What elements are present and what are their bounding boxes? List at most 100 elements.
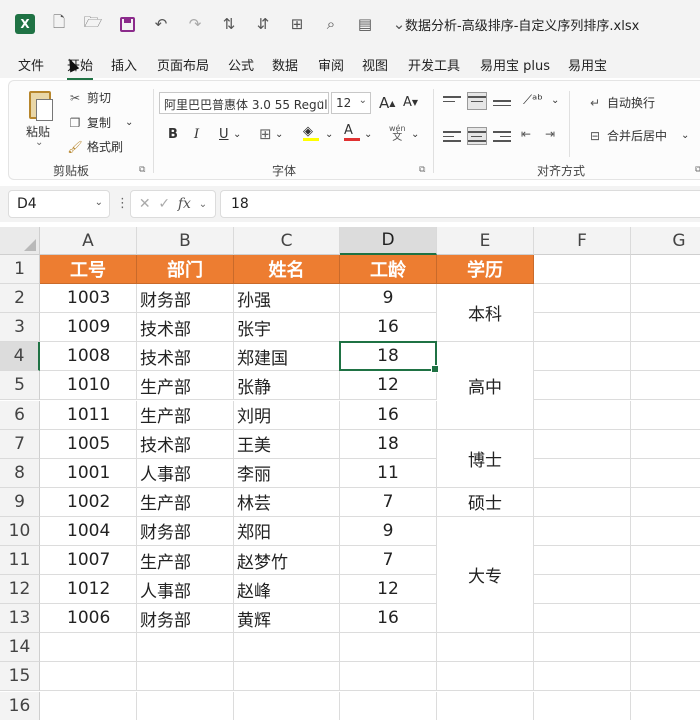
table-cell[interactable]: 1005 [40, 429, 137, 459]
table-cell[interactable]: 财务部 [137, 284, 234, 314]
function-dropdown-icon[interactable]: ⌄ [199, 199, 207, 210]
table-cell[interactable]: 1009 [40, 313, 137, 343]
empty-cell[interactable] [631, 313, 700, 343]
table-cell[interactable]: 郑阳 [234, 516, 340, 546]
table-cell[interactable]: 赵梦竹 [234, 546, 340, 576]
merged-cell-education[interactable]: 高中 [437, 342, 534, 430]
row-header-15[interactable]: 15 [0, 662, 40, 692]
empty-cell[interactable] [534, 458, 631, 488]
table-cell[interactable]: 7 [340, 487, 437, 517]
table-cell[interactable]: 1006 [40, 604, 137, 634]
empty-cell[interactable] [40, 662, 137, 692]
empty-cell[interactable] [340, 691, 437, 720]
borders-icon[interactable]: ⊞ [286, 13, 308, 35]
table-cell[interactable]: 技术部 [137, 342, 234, 372]
fill-color-button[interactable]: ◈ [303, 124, 319, 141]
table-cell[interactable]: 人事部 [137, 458, 234, 488]
empty-cell[interactable] [40, 691, 137, 720]
table-cell[interactable]: 生产部 [137, 371, 234, 401]
merged-cell-education[interactable]: 本科 [437, 284, 534, 343]
tab-view[interactable]: 视图 [362, 55, 388, 74]
column-header-a[interactable]: A [40, 227, 137, 255]
align-left-icon[interactable] [443, 128, 461, 144]
merged-cell-education[interactable]: 博士 [437, 429, 534, 488]
empty-cell[interactable] [534, 575, 631, 605]
empty-cell[interactable] [631, 371, 700, 401]
header-cell[interactable]: 部门 [137, 255, 234, 285]
row-header-3[interactable]: 3 [0, 313, 40, 343]
table-cell[interactable]: 孙强 [234, 284, 340, 314]
table-cell[interactable]: 林芸 [234, 487, 340, 517]
table-cell[interactable]: 12 [340, 575, 437, 605]
table-cell[interactable]: 18 [340, 342, 437, 372]
save-icon[interactable] [116, 13, 138, 35]
table-cell[interactable]: 黄辉 [234, 604, 340, 634]
format-painter-button[interactable]: 🖌 格式刷 [67, 138, 123, 155]
table-cell[interactable]: 技术部 [137, 313, 234, 343]
merge-dropdown-icon[interactable]: ⌄ [681, 130, 689, 141]
confirm-icon[interactable]: ✓ [158, 196, 170, 212]
cancel-icon[interactable]: ✕ [139, 196, 151, 212]
tab-formulas[interactable]: 公式 [228, 55, 254, 74]
empty-cell[interactable] [631, 401, 700, 430]
empty-cell[interactable] [234, 691, 340, 720]
column-header-d[interactable]: D [340, 227, 437, 255]
table-cell[interactable]: 1002 [40, 487, 137, 517]
alignment-dialog-launcher-icon[interactable]: ⧉ [695, 165, 700, 175]
copy-dropdown-icon[interactable]: ⌄ [125, 117, 133, 128]
fill-color-dropdown-icon[interactable]: ⌄ [325, 129, 333, 140]
empty-cell[interactable] [534, 546, 631, 576]
empty-cell[interactable] [631, 633, 700, 663]
table-cell[interactable]: 1011 [40, 400, 137, 430]
insert-function-button[interactable]: fx [178, 196, 191, 212]
empty-cell[interactable] [234, 662, 340, 692]
table-cell[interactable]: 1010 [40, 371, 137, 401]
new-file-icon[interactable]: 🗋 [48, 13, 70, 35]
select-all-button[interactable] [0, 227, 40, 255]
empty-cell[interactable] [534, 662, 631, 692]
borders-button-icon[interactable]: ⊞ [259, 125, 272, 143]
column-header-c[interactable]: C [234, 227, 340, 255]
table-cell[interactable]: 生产部 [137, 400, 234, 430]
table-cell[interactable]: 财务部 [137, 516, 234, 546]
row-header-7[interactable]: 7 [0, 429, 40, 459]
table-cell[interactable]: 刘明 [234, 400, 340, 430]
empty-cell[interactable] [137, 633, 234, 663]
row-header-12[interactable]: 12 [0, 575, 40, 605]
table-cell[interactable]: 11 [340, 458, 437, 488]
empty-cell[interactable] [631, 488, 700, 517]
header-cell[interactable]: 工号 [40, 255, 137, 285]
table-cell[interactable]: 技术部 [137, 429, 234, 459]
table-cell[interactable]: 16 [340, 313, 437, 343]
italic-button[interactable]: I [194, 127, 199, 142]
shrink-font-button[interactable]: A ▼ [403, 95, 418, 110]
empty-cell[interactable] [437, 691, 534, 720]
table-cell[interactable]: 生产部 [137, 546, 234, 576]
table-cell[interactable]: 1003 [40, 284, 137, 314]
empty-cell[interactable] [631, 692, 700, 720]
empty-cell[interactable] [631, 430, 700, 459]
orientation-dropdown-icon[interactable]: ⌄ [551, 95, 559, 106]
row-header-16[interactable]: 16 [0, 691, 40, 720]
table-cell[interactable]: 张静 [234, 371, 340, 401]
align-top-icon[interactable] [443, 93, 461, 109]
header-cell[interactable]: 学历 [437, 255, 534, 285]
font-dialog-launcher-icon[interactable]: ⧉ [419, 165, 425, 175]
redo-icon[interactable]: ↷ [184, 13, 206, 35]
empty-cell[interactable] [534, 284, 631, 314]
font-size-select[interactable]: 12 ⌄ [331, 92, 371, 114]
wrap-text-button[interactable]: ↵ 自动换行 [587, 94, 655, 111]
table-cell[interactable]: 12 [340, 371, 437, 401]
table-cell[interactable]: 1008 [40, 342, 137, 372]
align-right-icon[interactable] [493, 128, 511, 144]
align-middle-icon[interactable] [467, 92, 487, 110]
empty-cell[interactable] [534, 371, 631, 401]
table-cell[interactable]: 1012 [40, 575, 137, 605]
empty-cell[interactable] [631, 284, 700, 314]
find-icon[interactable]: ⌕ [320, 13, 342, 35]
empty-cell[interactable] [137, 662, 234, 692]
font-name-select[interactable]: 阿里巴巴普惠体 3.0 55 Regular ⌄ [159, 92, 329, 114]
sort-ascending-icon[interactable]: ⇅ [218, 13, 240, 35]
phonetic-dropdown-icon[interactable]: ⌄ [411, 129, 419, 140]
column-header-g[interactable]: G [631, 227, 700, 255]
